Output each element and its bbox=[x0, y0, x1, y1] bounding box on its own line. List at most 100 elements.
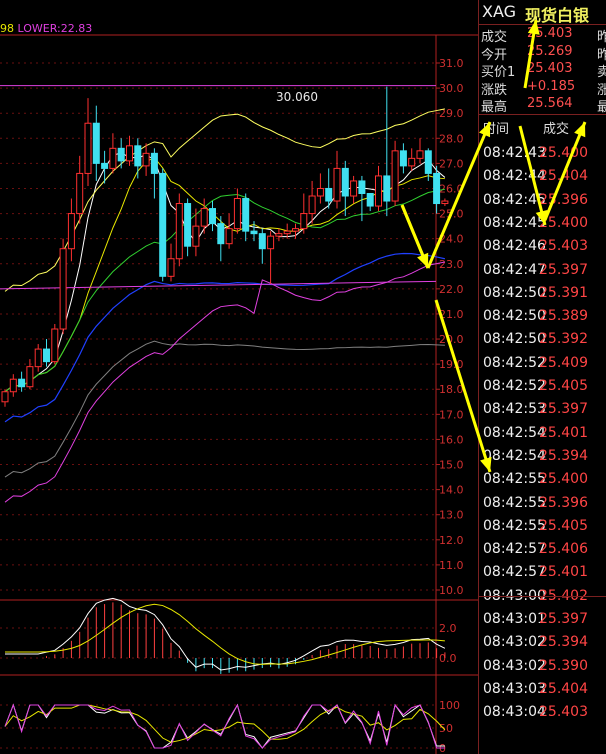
tick-row: 08:42:57 25.401 bbox=[479, 564, 606, 587]
tick-row: 08:42:52 25.405 bbox=[479, 378, 606, 401]
symbol-code[interactable]: XAG bbox=[482, 2, 516, 21]
candle-body bbox=[366, 192, 374, 207]
quote-value: 25.403 bbox=[527, 26, 573, 41]
candle bbox=[399, 143, 407, 174]
tick-row: 08:43:04 25.403 bbox=[479, 704, 606, 727]
candle bbox=[200, 198, 208, 234]
tick-row: 08:43:01 25.397 bbox=[479, 611, 606, 634]
candle bbox=[300, 193, 308, 234]
kdj-tick-label: 100 bbox=[439, 699, 460, 712]
candle-body bbox=[350, 180, 358, 197]
price-tick-label: 19.0 bbox=[439, 358, 464, 371]
quote-label: 买价1 bbox=[481, 65, 516, 80]
price-tick-label: 27.0 bbox=[439, 157, 464, 170]
tick-time: 08:42:46 bbox=[483, 238, 546, 255]
candle-body bbox=[43, 348, 50, 363]
price-tick-label: 25.0 bbox=[439, 208, 464, 221]
tick-price: 25.394 bbox=[539, 447, 588, 464]
price-tick-label: 26.0 bbox=[439, 182, 464, 195]
price-tick-label: 18.0 bbox=[439, 383, 464, 396]
candle-body bbox=[117, 147, 125, 162]
candle bbox=[117, 138, 125, 169]
candle-body bbox=[433, 172, 441, 205]
candle bbox=[84, 98, 92, 186]
quote-row: 今开 25.269 昨 bbox=[479, 44, 606, 63]
chart-svg: 31.030.029.028.027.026.025.024.023.022.0… bbox=[0, 34, 478, 754]
candle bbox=[167, 243, 175, 282]
tick-row: 08:42:45 25.400 bbox=[479, 215, 606, 238]
candle bbox=[416, 138, 424, 164]
tick-price: 25.394 bbox=[539, 634, 588, 651]
tick-price: 25.404 bbox=[539, 680, 588, 697]
candle-body bbox=[209, 208, 216, 225]
tick-time: 08:43:02 bbox=[483, 657, 546, 674]
tick-time: 08:42:50 bbox=[483, 308, 546, 325]
quote-truncated-label: 卖 bbox=[597, 65, 606, 80]
tick-row: 08:42:53 25.397 bbox=[479, 401, 606, 424]
candle-body bbox=[84, 122, 92, 174]
candle bbox=[142, 143, 150, 176]
kline-chart[interactable]: 98 LOWER:22.83 31.0 30.0 29.0 28.0 27.0 26.0 2… bbox=[0, 0, 478, 754]
tick-price: 25.401 bbox=[539, 424, 588, 441]
tick-time: 08:42:45 bbox=[483, 214, 546, 231]
tick-time: 08:42:55 bbox=[483, 494, 546, 511]
price-tick-label: 10.0 bbox=[439, 584, 464, 597]
symbol-name[interactable]: 现货白银 bbox=[525, 2, 589, 26]
candle bbox=[209, 201, 216, 232]
candle-body bbox=[134, 145, 142, 167]
tick-row: 08:42:43 25.400 bbox=[479, 145, 606, 168]
candle bbox=[391, 140, 399, 207]
tick-row: 08:42:54 25.394 bbox=[479, 448, 606, 471]
tick-price: 25.397 bbox=[539, 401, 588, 418]
tick-price: 25.406 bbox=[539, 541, 588, 558]
candle bbox=[67, 198, 75, 262]
tick-row: 08:42:52 25.409 bbox=[479, 355, 606, 378]
tick-price: 25.396 bbox=[539, 191, 588, 208]
candle bbox=[275, 228, 283, 242]
candle-body bbox=[375, 175, 382, 207]
candle bbox=[51, 323, 59, 365]
candle bbox=[126, 135, 133, 166]
divider bbox=[479, 24, 606, 25]
tick-time: 08:42:52 bbox=[483, 354, 546, 371]
price-tick-label: 11.0 bbox=[439, 559, 464, 572]
tick-time: 08:43:01 bbox=[483, 611, 546, 627]
candle-body bbox=[383, 175, 391, 202]
tick-row: 08:42:54 25.401 bbox=[479, 425, 606, 448]
tick-time: 08:42:53 bbox=[483, 401, 546, 418]
divider bbox=[479, 596, 606, 597]
candle bbox=[242, 193, 250, 242]
candle-body bbox=[325, 187, 333, 202]
candle bbox=[175, 193, 183, 267]
candle bbox=[308, 180, 316, 224]
price-tick-label: 22.0 bbox=[439, 283, 464, 296]
candle-body bbox=[217, 223, 225, 245]
tick-time: 08:43:02 bbox=[483, 634, 546, 651]
candle bbox=[26, 359, 34, 390]
candle-body bbox=[126, 145, 133, 162]
tick-row: 08:42:47 25.397 bbox=[479, 262, 606, 285]
candle bbox=[18, 371, 26, 392]
candle-body bbox=[175, 203, 183, 260]
candle-body bbox=[391, 150, 399, 202]
quote-label: 成交 bbox=[481, 30, 508, 45]
price-tick-label: 21.0 bbox=[439, 308, 464, 321]
quote-truncated-label: 昨 bbox=[597, 47, 606, 63]
tick-price: 25.403 bbox=[539, 238, 588, 255]
quote-truncated-label: 最 bbox=[597, 100, 606, 115]
boll-lower-line bbox=[4, 261, 445, 503]
tick-row: 08:42:45 25.396 bbox=[479, 192, 606, 215]
candle-body bbox=[242, 198, 250, 232]
tick-price: 25.391 bbox=[539, 284, 588, 301]
price-tick-label: 31.0 bbox=[439, 57, 464, 70]
macd-dif-line bbox=[5, 597, 446, 671]
candle-body bbox=[159, 172, 167, 277]
tick-time: 08:42:54 bbox=[483, 424, 546, 441]
candle-body bbox=[267, 235, 275, 250]
tick-price: 25.396 bbox=[539, 494, 588, 511]
candle-body bbox=[200, 208, 208, 227]
tick-header: 时间 成交 bbox=[479, 118, 606, 140]
candle-body bbox=[92, 122, 100, 164]
price-tick-label: 30.0 bbox=[439, 82, 464, 95]
time-column-header: 时间 bbox=[483, 122, 510, 137]
